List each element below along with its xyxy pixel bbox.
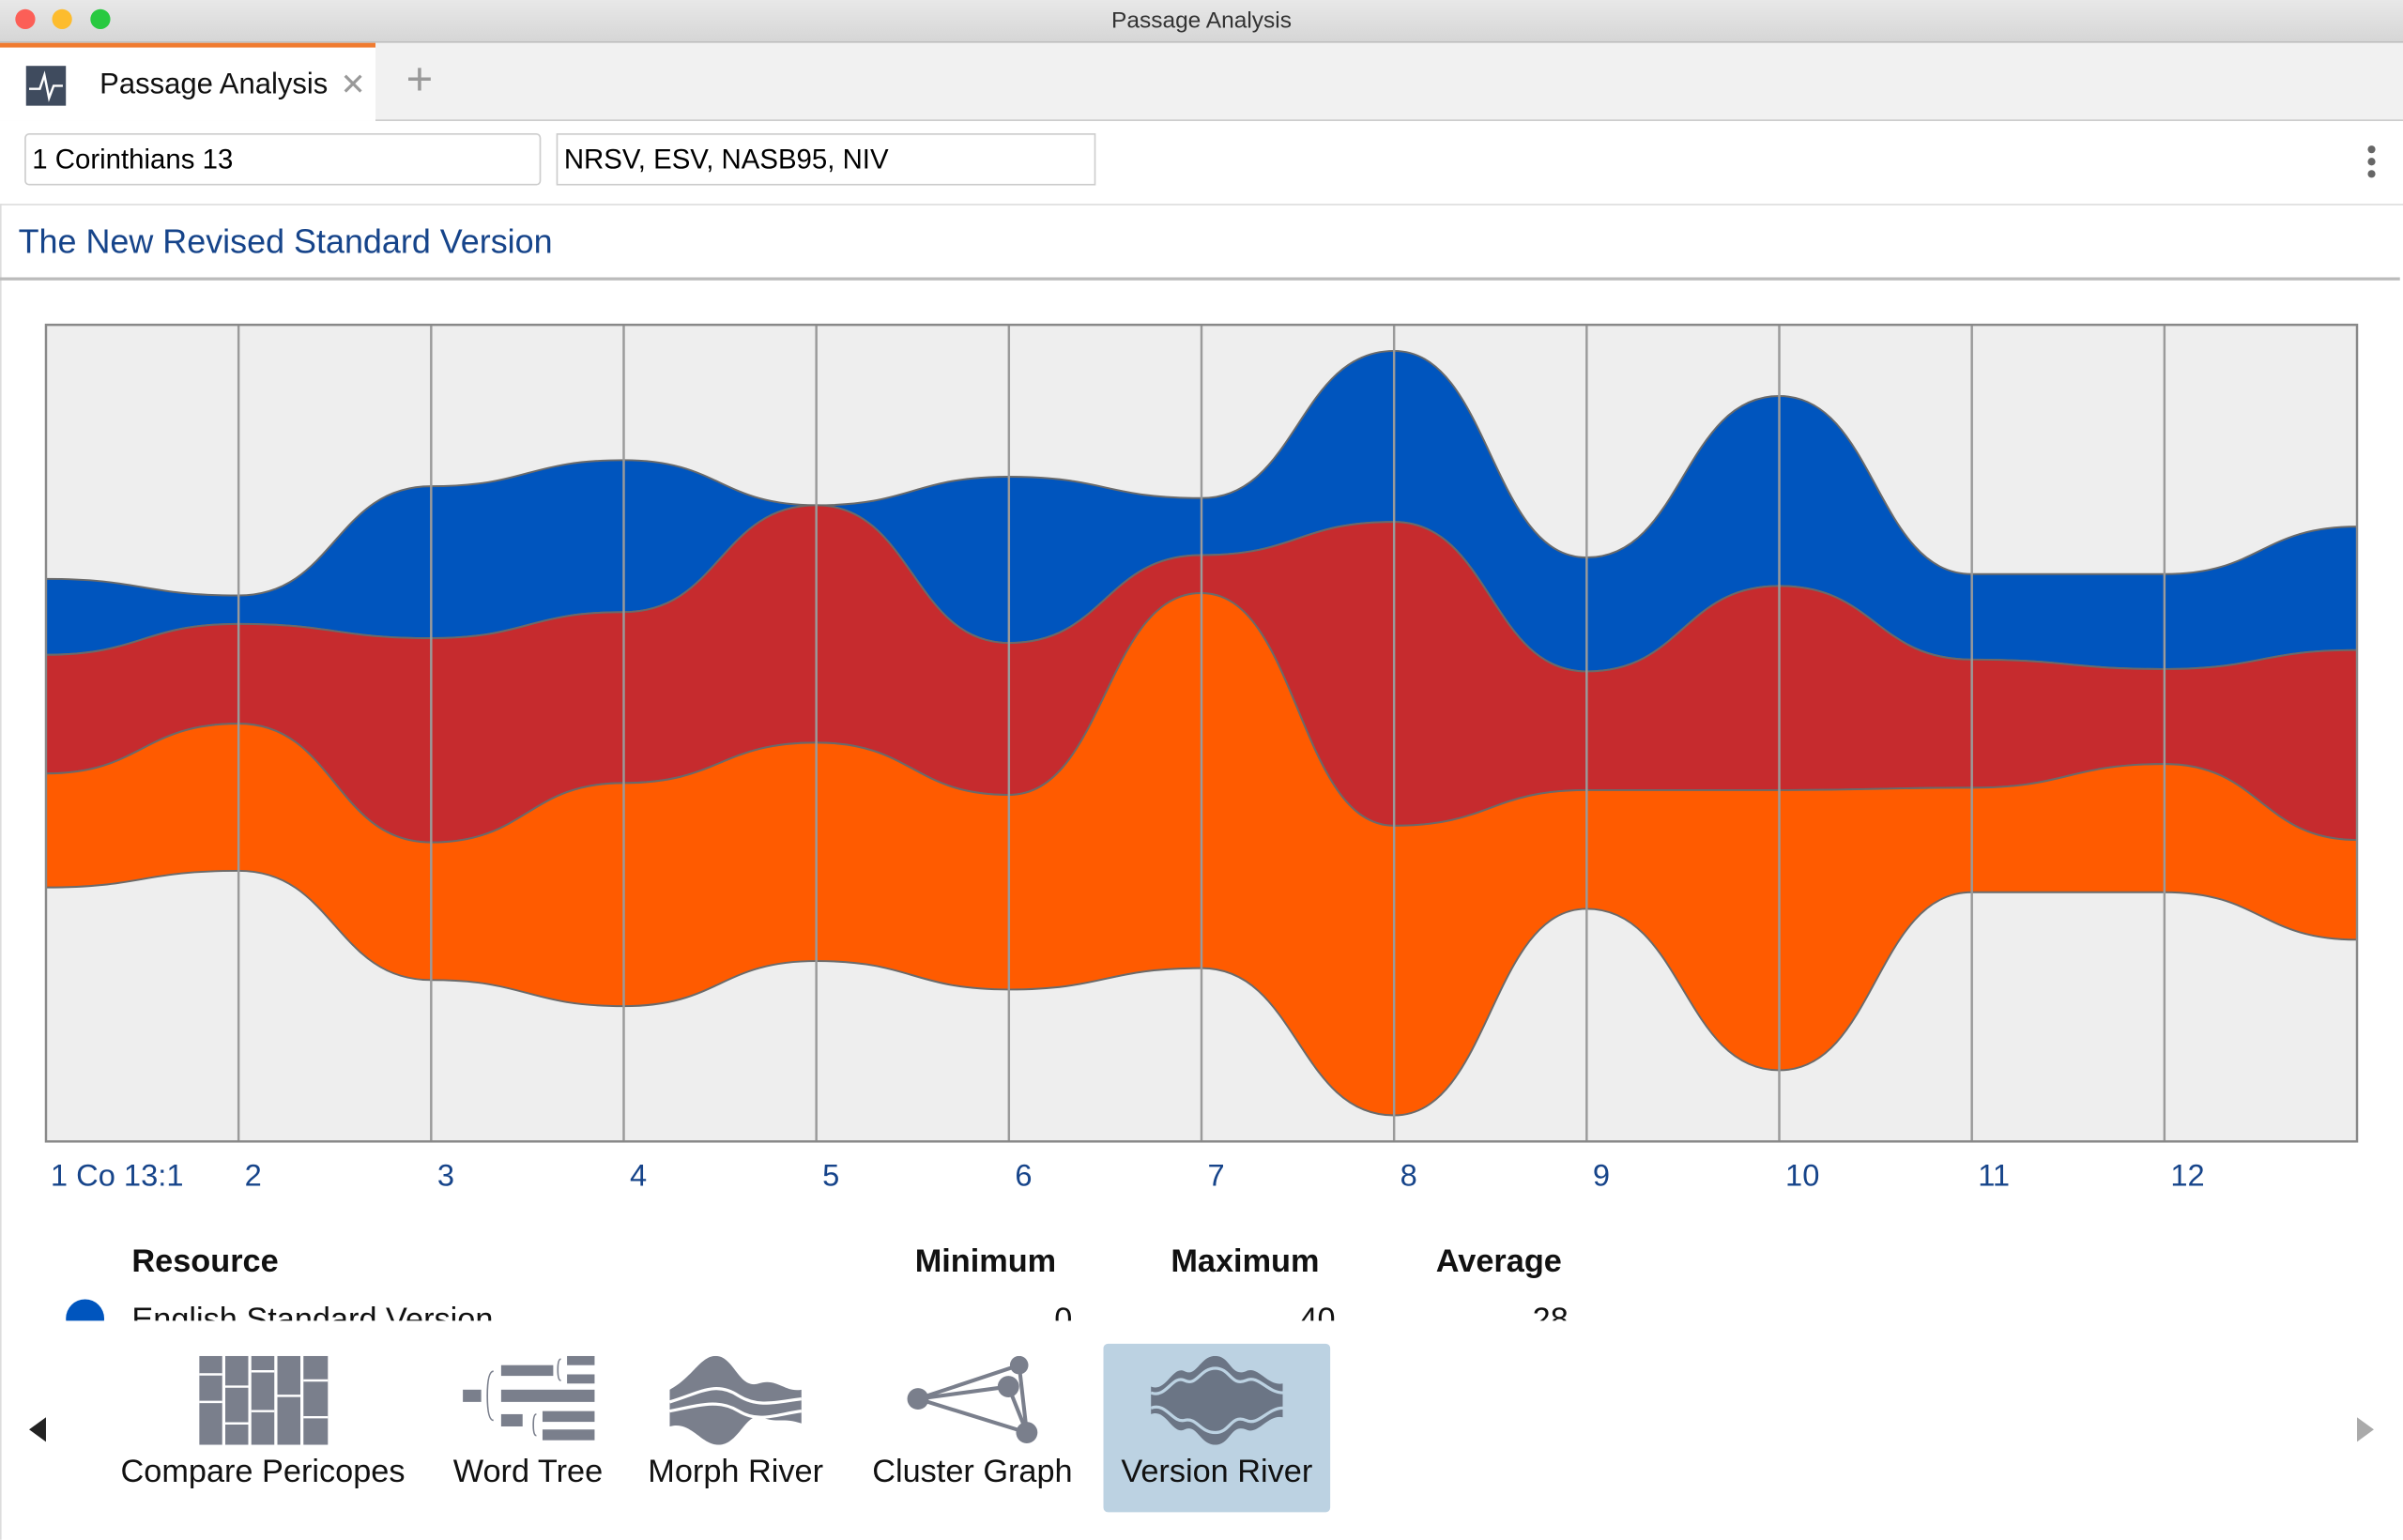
tab-bar: Passage Analysis ✕ + <box>0 42 2403 121</box>
compare-pericopes-icon <box>198 1355 328 1445</box>
header-maximum: Maximum <box>1171 1243 1320 1280</box>
x-tick-label[interactable]: 5 <box>822 1160 839 1196</box>
minimum-value: 0 <box>1054 1302 1073 1321</box>
header-minimum: Minimum <box>914 1243 1057 1280</box>
tool-cluster-graph[interactable]: Cluster Graph <box>862 1344 1084 1513</box>
scroll-left-button[interactable] <box>29 1417 46 1442</box>
x-tick-label[interactable]: 10 <box>1785 1160 1819 1196</box>
x-tick-label[interactable]: 6 <box>1015 1160 1032 1196</box>
tool-label: Word Tree <box>452 1454 604 1489</box>
tool-label: Compare Pericopes <box>120 1454 406 1489</box>
x-tick-label[interactable]: 11 <box>1978 1160 2010 1196</box>
divider <box>0 204 2403 206</box>
tool-label: Version River <box>1121 1454 1313 1489</box>
x-tick-label[interactable]: 3 <box>437 1160 454 1196</box>
window-title: Passage Analysis <box>1111 8 1292 34</box>
tool-label: Cluster Graph <box>872 1454 1073 1489</box>
x-tick-label[interactable]: 7 <box>1208 1160 1225 1196</box>
maximum-value: 40 <box>1299 1302 1336 1321</box>
x-tick-label[interactable]: 2 <box>245 1160 262 1196</box>
x-tick-label[interactable]: 4 <box>630 1160 647 1196</box>
tool-label: Morph River <box>648 1454 824 1489</box>
tab-passage-analysis[interactable]: Passage Analysis ✕ <box>0 42 375 121</box>
version-title: The New Revised Standard Version <box>18 221 553 261</box>
word-tree-icon <box>462 1355 594 1441</box>
table-row[interactable]: English Standard Version 0 40 28 <box>0 1295 2403 1321</box>
tab-label: Passage Analysis <box>99 69 329 101</box>
tool-morph-river[interactable]: Morph River <box>636 1344 835 1513</box>
x-tick-label[interactable]: 9 <box>1593 1160 1610 1196</box>
pulse-icon <box>25 66 67 106</box>
tool-word-tree[interactable]: Word Tree <box>441 1344 614 1513</box>
scroll-right-button[interactable] <box>2357 1417 2374 1442</box>
x-tick-label[interactable]: 12 <box>2170 1160 2204 1196</box>
resource-name: English Standard Version <box>131 1302 494 1321</box>
close-tab-icon[interactable]: ✕ <box>340 66 365 104</box>
version-river-chart <box>44 323 2359 1143</box>
header-resource: Resource <box>131 1243 279 1280</box>
x-tick-label[interactable]: 8 <box>1400 1160 1417 1196</box>
version-river-icon <box>1151 1355 1283 1445</box>
passage-input[interactable] <box>24 133 542 186</box>
header-average: Average <box>1435 1243 1562 1280</box>
average-value: 28 <box>1532 1302 1569 1321</box>
more-options-icon[interactable] <box>2360 145 2381 182</box>
tool-version-river[interactable]: Version River <box>1103 1343 1331 1513</box>
versions-input[interactable] <box>556 133 1096 186</box>
add-tab-button[interactable]: + <box>406 55 434 108</box>
morph-river-icon <box>669 1355 802 1445</box>
x-tick-label[interactable]: 1 Co 13:1 <box>51 1160 184 1196</box>
series-color-swatch <box>66 1299 105 1321</box>
title-bar: Passage Analysis <box>0 0 2403 43</box>
tool-compare-pericopes[interactable]: Compare Pericopes <box>107 1344 418 1513</box>
cluster-graph-icon <box>906 1355 1037 1443</box>
